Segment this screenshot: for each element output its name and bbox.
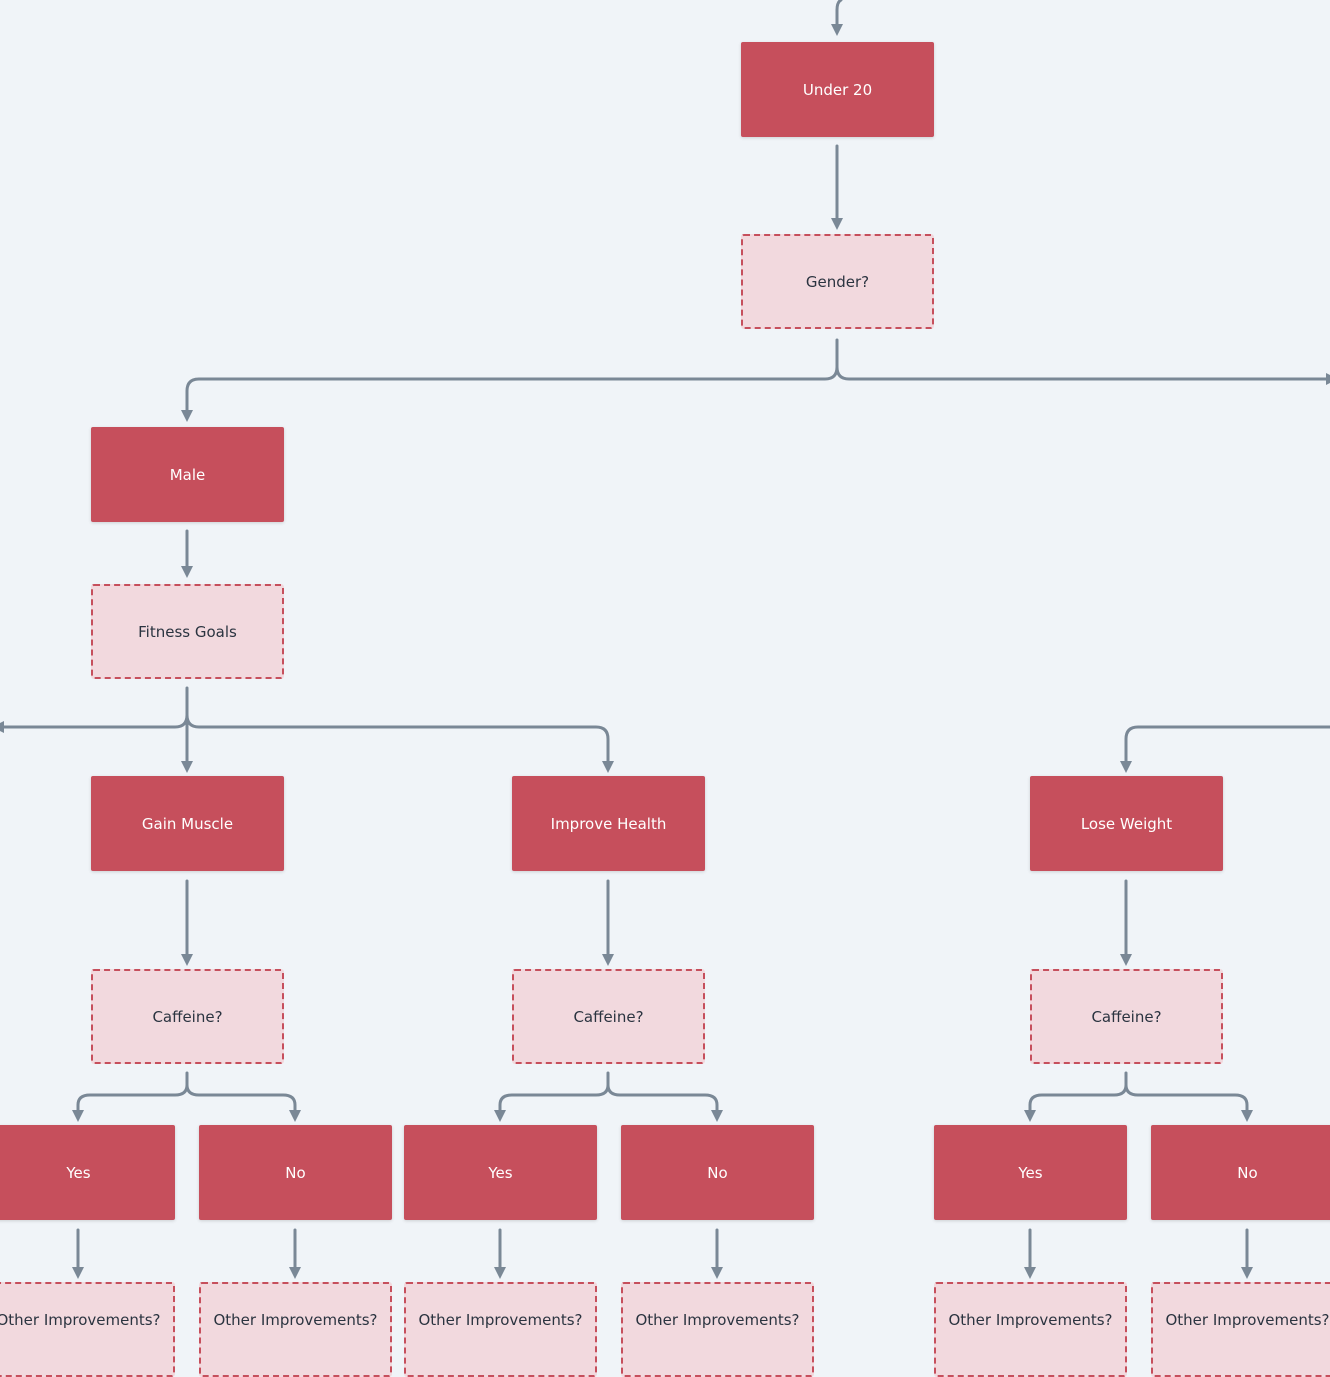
node-label: No (707, 1163, 728, 1182)
node-yes[interactable]: Yes (404, 1125, 597, 1220)
node-yes[interactable]: Yes (934, 1125, 1127, 1220)
node-fitness-goals[interactable]: Fitness Goals (91, 584, 284, 679)
node-label: Male (169, 465, 206, 484)
node-under-20[interactable]: Under 20 (741, 42, 934, 137)
node-other-improvements[interactable]: Other Improvements? (934, 1282, 1127, 1377)
node-other-improvements[interactable]: Other Improvements? (0, 1282, 175, 1377)
node-other-improvements[interactable]: Other Improvements? (1151, 1282, 1330, 1377)
node-male[interactable]: Male (91, 427, 284, 522)
node-improve-health[interactable]: Improve Health (512, 776, 705, 871)
node-no[interactable]: No (1151, 1125, 1330, 1220)
node-label: Caffeine? (152, 1007, 223, 1026)
node-caffeine-question[interactable]: Caffeine? (512, 969, 705, 1064)
node-label: Other Improvements? (1165, 1311, 1330, 1329)
node-label: Other Improvements? (418, 1311, 583, 1329)
node-no[interactable]: No (199, 1125, 392, 1220)
node-label: Yes (66, 1163, 91, 1182)
node-other-improvements[interactable]: Other Improvements? (621, 1282, 814, 1377)
node-gender-question[interactable]: Gender? (741, 234, 934, 329)
node-lose-weight[interactable]: Lose Weight (1030, 776, 1223, 871)
node-yes[interactable]: Yes (0, 1125, 175, 1220)
node-no[interactable]: No (621, 1125, 814, 1220)
node-label: Caffeine? (573, 1007, 644, 1026)
node-label: Yes (488, 1163, 513, 1182)
node-caffeine-question[interactable]: Caffeine? (91, 969, 284, 1064)
node-label: Gender? (805, 272, 870, 291)
node-label: Other Improvements? (635, 1311, 800, 1329)
node-label: Fitness Goals (138, 622, 237, 641)
node-label: Gain Muscle (141, 814, 234, 833)
node-label: Other Improvements? (948, 1311, 1113, 1329)
node-other-improvements[interactable]: Other Improvements? (404, 1282, 597, 1377)
node-other-improvements[interactable]: Other Improvements? (199, 1282, 392, 1377)
node-label: Other Improvements? (0, 1311, 161, 1329)
node-label: Under 20 (802, 80, 873, 99)
node-label: No (285, 1163, 306, 1182)
node-label: Yes (1018, 1163, 1043, 1182)
node-label: Lose Weight (1080, 814, 1173, 833)
node-label: Improve Health (550, 814, 667, 833)
node-label: Caffeine? (1091, 1007, 1162, 1026)
node-label: No (1237, 1163, 1258, 1182)
node-label: Other Improvements? (213, 1311, 378, 1329)
node-caffeine-question[interactable]: Caffeine? (1030, 969, 1223, 1064)
node-gain-muscle[interactable]: Gain Muscle (91, 776, 284, 871)
